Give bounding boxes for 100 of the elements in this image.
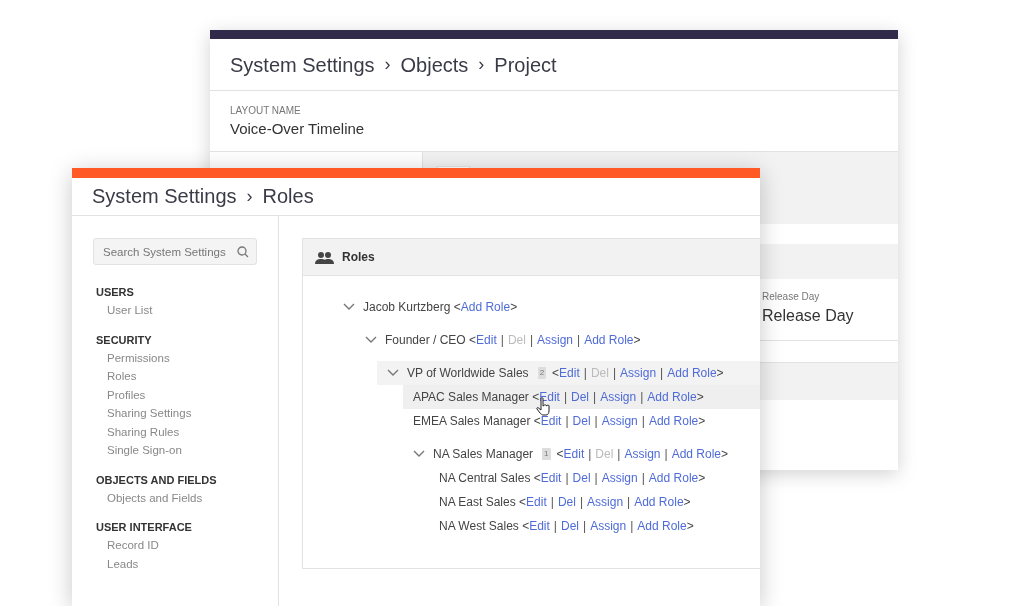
action-link[interactable]: Edit: [476, 331, 497, 349]
panel-title: Roles: [342, 249, 375, 266]
separator: |: [565, 413, 569, 430]
role-name: VP of Worldwide Sales: [407, 365, 529, 382]
bracket: <: [533, 470, 541, 487]
separator: |: [641, 413, 645, 430]
search-field[interactable]: Search System Settings: [93, 238, 257, 265]
action-link[interactable]: Assign: [601, 469, 638, 487]
action-link[interactable]: Add Role: [671, 445, 721, 463]
action-link[interactable]: Edit: [526, 493, 547, 511]
field-value: Voice-Over Timeline: [230, 119, 366, 139]
bracket: <: [556, 446, 564, 463]
role-name: NA East Sales: [439, 494, 516, 511]
separator: |: [583, 518, 587, 535]
bracket: >: [698, 413, 706, 430]
sidebar-heading: SECURITY: [96, 332, 153, 348]
sidebar-item[interactable]: Profiles: [107, 385, 257, 404]
separator: |: [660, 365, 664, 382]
role-name: NA Central Sales: [439, 470, 531, 487]
tree-row[interactable]: NA West Sales <Edit | Del | Assign | Add Role>: [439, 514, 760, 538]
action-link[interactable]: Assign: [624, 445, 661, 463]
separator: |: [529, 332, 533, 349]
action-link: Del: [590, 365, 609, 382]
sidebar-item[interactable]: Record ID: [107, 536, 257, 555]
sidebar-item[interactable]: Objects and Fields: [107, 488, 257, 507]
action-link[interactable]: Del: [571, 388, 590, 406]
bracket: >: [633, 332, 641, 349]
separator: |: [593, 389, 597, 406]
separator: |: [583, 365, 587, 382]
breadcrumb-item: Project: [494, 52, 557, 78]
action-link[interactable]: Del: [572, 469, 591, 487]
tree-row[interactable]: EMEA Sales Manager <Edit | Del | Assign | Add Role>: [413, 409, 760, 433]
sidebar-item[interactable]: Leads: [107, 554, 257, 573]
sidebar-heading: USERS: [96, 285, 135, 300]
bracket: <: [469, 332, 477, 349]
bracket: <: [453, 299, 461, 316]
sidebar-item[interactable]: Roles: [107, 367, 257, 386]
sidebar-item[interactable]: Sharing Settings: [107, 404, 257, 423]
action-link[interactable]: Add Role: [637, 517, 687, 535]
role-name: EMEA Sales Manager: [413, 413, 531, 430]
action-link[interactable]: Add Role: [648, 469, 699, 487]
action-link[interactable]: Assign: [600, 388, 637, 406]
bracket: >: [721, 446, 729, 463]
action-link[interactable]: Add Role: [667, 364, 717, 382]
count-badge: 1: [542, 448, 551, 460]
separator: |: [664, 446, 668, 463]
action-link[interactable]: Assign: [601, 412, 638, 430]
separator: |: [612, 365, 617, 382]
action-link[interactable]: Assign: [537, 331, 574, 349]
breadcrumb-item[interactable]: System Settings: [230, 49, 375, 80]
action-link[interactable]: Edit: [563, 445, 585, 463]
separator: |: [594, 413, 598, 430]
action-link[interactable]: Add Role: [648, 412, 699, 430]
count-badge: 2: [537, 367, 547, 379]
action-link[interactable]: Add Role: [460, 298, 511, 316]
breadcrumb-separator: ›: [246, 184, 253, 208]
bracket: >: [510, 299, 518, 316]
separator: |: [577, 332, 581, 349]
action-link[interactable]: Add Role: [647, 388, 697, 406]
breadcrumb-item: Roles: [262, 184, 314, 210]
breadcrumb-separator: ›: [478, 53, 485, 76]
action-link[interactable]: Assign: [620, 364, 657, 382]
action-link[interactable]: Edit: [529, 517, 550, 535]
separator: |: [617, 446, 621, 463]
separator: |: [640, 389, 644, 406]
separator: |: [500, 332, 504, 349]
tree-row[interactable]: APAC Sales Manager <Edit | Del | Assign | Add Role>: [403, 385, 760, 409]
sidebar-item[interactable]: Permissions: [107, 348, 257, 367]
role-name: NA Sales Manager: [433, 446, 534, 463]
breadcrumb-item[interactable]: Objects: [400, 49, 469, 80]
separator: |: [565, 470, 569, 487]
bracket: <: [532, 389, 540, 406]
field-label: Release Day: [762, 289, 821, 304]
action-link[interactable]: Edit: [559, 364, 580, 382]
bracket: <: [533, 413, 541, 430]
separator: |: [588, 446, 592, 463]
tree-row[interactable]: NA Central Sales <Edit | Del | Assign | Add Role>: [439, 466, 760, 490]
bracket: <: [552, 365, 560, 382]
separator: |: [579, 494, 584, 511]
tree-row[interactable]: Jacob Kurtzberg <Add Role>: [343, 295, 760, 319]
breadcrumb-item[interactable]: System Settings: [92, 181, 237, 212]
action-link[interactable]: Del: [557, 493, 576, 511]
bracket: >: [696, 389, 704, 406]
action-link[interactable]: Add Role: [584, 331, 634, 349]
bracket: >: [698, 470, 706, 487]
sidebar-heading: OBJECTS AND FIELDS: [96, 472, 218, 488]
bracket: <: [519, 494, 527, 511]
action-link[interactable]: Edit: [540, 469, 562, 487]
action-link[interactable]: Assign: [587, 493, 624, 511]
action-link[interactable]: Assign: [590, 517, 627, 535]
role-name: NA West Sales: [439, 518, 519, 535]
sidebar-item[interactable]: Sharing Rules: [107, 422, 257, 441]
sidebar-item[interactable]: Single Sign-on: [107, 441, 257, 460]
action-link[interactable]: Add Role: [634, 493, 684, 511]
tree-row[interactable]: NA East Sales <Edit | Del | Assign | Add Role>: [439, 490, 760, 514]
action-link[interactable]: Del: [561, 517, 579, 535]
sidebar-item[interactable]: User List: [107, 301, 257, 320]
bracket: >: [683, 494, 691, 511]
separator: |: [594, 470, 598, 487]
action-link[interactable]: Del: [572, 412, 591, 430]
